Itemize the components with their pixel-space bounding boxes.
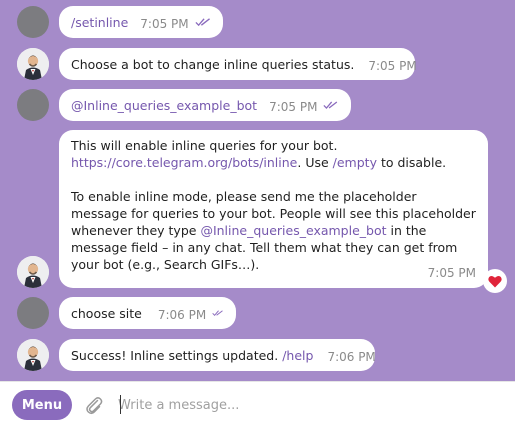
- bot-avatar[interactable]: [17, 256, 49, 288]
- botfather-avatar-icon: [17, 256, 49, 288]
- message-bubble[interactable]: choose site 7:06 PM: [59, 297, 236, 329]
- help-command-link[interactable]: /help: [282, 348, 313, 363]
- message-paragraph: This will enable inline queries for your…: [71, 137, 476, 171]
- botfather-avatar-icon: [17, 48, 49, 80]
- message-text: to disable.: [376, 155, 447, 170]
- double-check-icon: [323, 101, 338, 109]
- double-check-icon: [212, 310, 223, 317]
- chat-area: /setinline 7:05 PM Choose a bot to chang…: [0, 0, 515, 381]
- text-cursor: [120, 395, 121, 414]
- message-bubble[interactable]: This will enable inline queries for your…: [59, 130, 488, 288]
- message-row: Choose a bot to change inline queries st…: [0, 48, 515, 80]
- message-time: 7:05 PM: [140, 16, 189, 31]
- message-bubble[interactable]: @Inline_queries_example_bot 7:05 PM: [59, 89, 351, 121]
- bot-avatar[interactable]: [17, 48, 49, 80]
- bot-avatar[interactable]: [17, 339, 49, 371]
- message-text: choose site: [71, 305, 142, 321]
- bot-mention-link[interactable]: @Inline_queries_example_bot: [71, 97, 257, 114]
- user-avatar[interactable]: [17, 297, 49, 329]
- message-text: Success! Inline settings updated. /help: [71, 347, 313, 364]
- heart-icon: [488, 275, 502, 287]
- paperclip-icon[interactable]: [83, 394, 105, 416]
- message-bubble[interactable]: Choose a bot to change inline queries st…: [59, 48, 417, 80]
- message-text-part: Success! Inline settings updated.: [71, 347, 283, 363]
- docs-link[interactable]: https://core.telegram.org/bots/inline: [71, 155, 297, 170]
- message-row: /setinline 7:05 PM: [0, 6, 515, 38]
- reaction-badge[interactable]: [483, 269, 507, 293]
- message-composer: Menu: [0, 381, 515, 427]
- message-input[interactable]: [118, 392, 498, 418]
- bot-mention-link[interactable]: @Inline_queries_example_bot: [200, 223, 386, 238]
- menu-button[interactable]: Menu: [12, 390, 72, 420]
- message-text: Choose a bot to change inline queries st…: [71, 56, 355, 72]
- user-avatar[interactable]: [17, 89, 49, 121]
- message-time: 7:06 PM: [327, 349, 376, 364]
- message-time: 7:05 PM: [427, 266, 476, 280]
- user-avatar[interactable]: [17, 6, 49, 38]
- message-text: This will enable inline queries for your…: [71, 138, 338, 153]
- message-bubble[interactable]: Success! Inline settings updated. /help …: [59, 339, 376, 371]
- message-row: @Inline_queries_example_bot 7:05 PM: [0, 89, 515, 121]
- message-row: This will enable inline queries for your…: [0, 130, 515, 293]
- message-paragraph: To enable inline mode, please send me th…: [71, 188, 476, 273]
- botfather-avatar-icon: [17, 339, 49, 371]
- message-time: 7:06 PM: [157, 307, 207, 322]
- message-row: choose site 7:06 PM: [0, 297, 515, 329]
- message-text[interactable]: /setinline: [71, 14, 128, 31]
- message-time: 7:05 PM: [269, 99, 318, 114]
- message-text: . Use: [297, 155, 333, 170]
- message-bubble[interactable]: /setinline 7:05 PM: [59, 6, 223, 38]
- message-time: 7:05 PM: [368, 58, 417, 73]
- empty-command-link[interactable]: /empty: [333, 155, 377, 170]
- double-check-icon: [195, 18, 210, 27]
- message-row: Success! Inline settings updated. /help …: [0, 339, 515, 371]
